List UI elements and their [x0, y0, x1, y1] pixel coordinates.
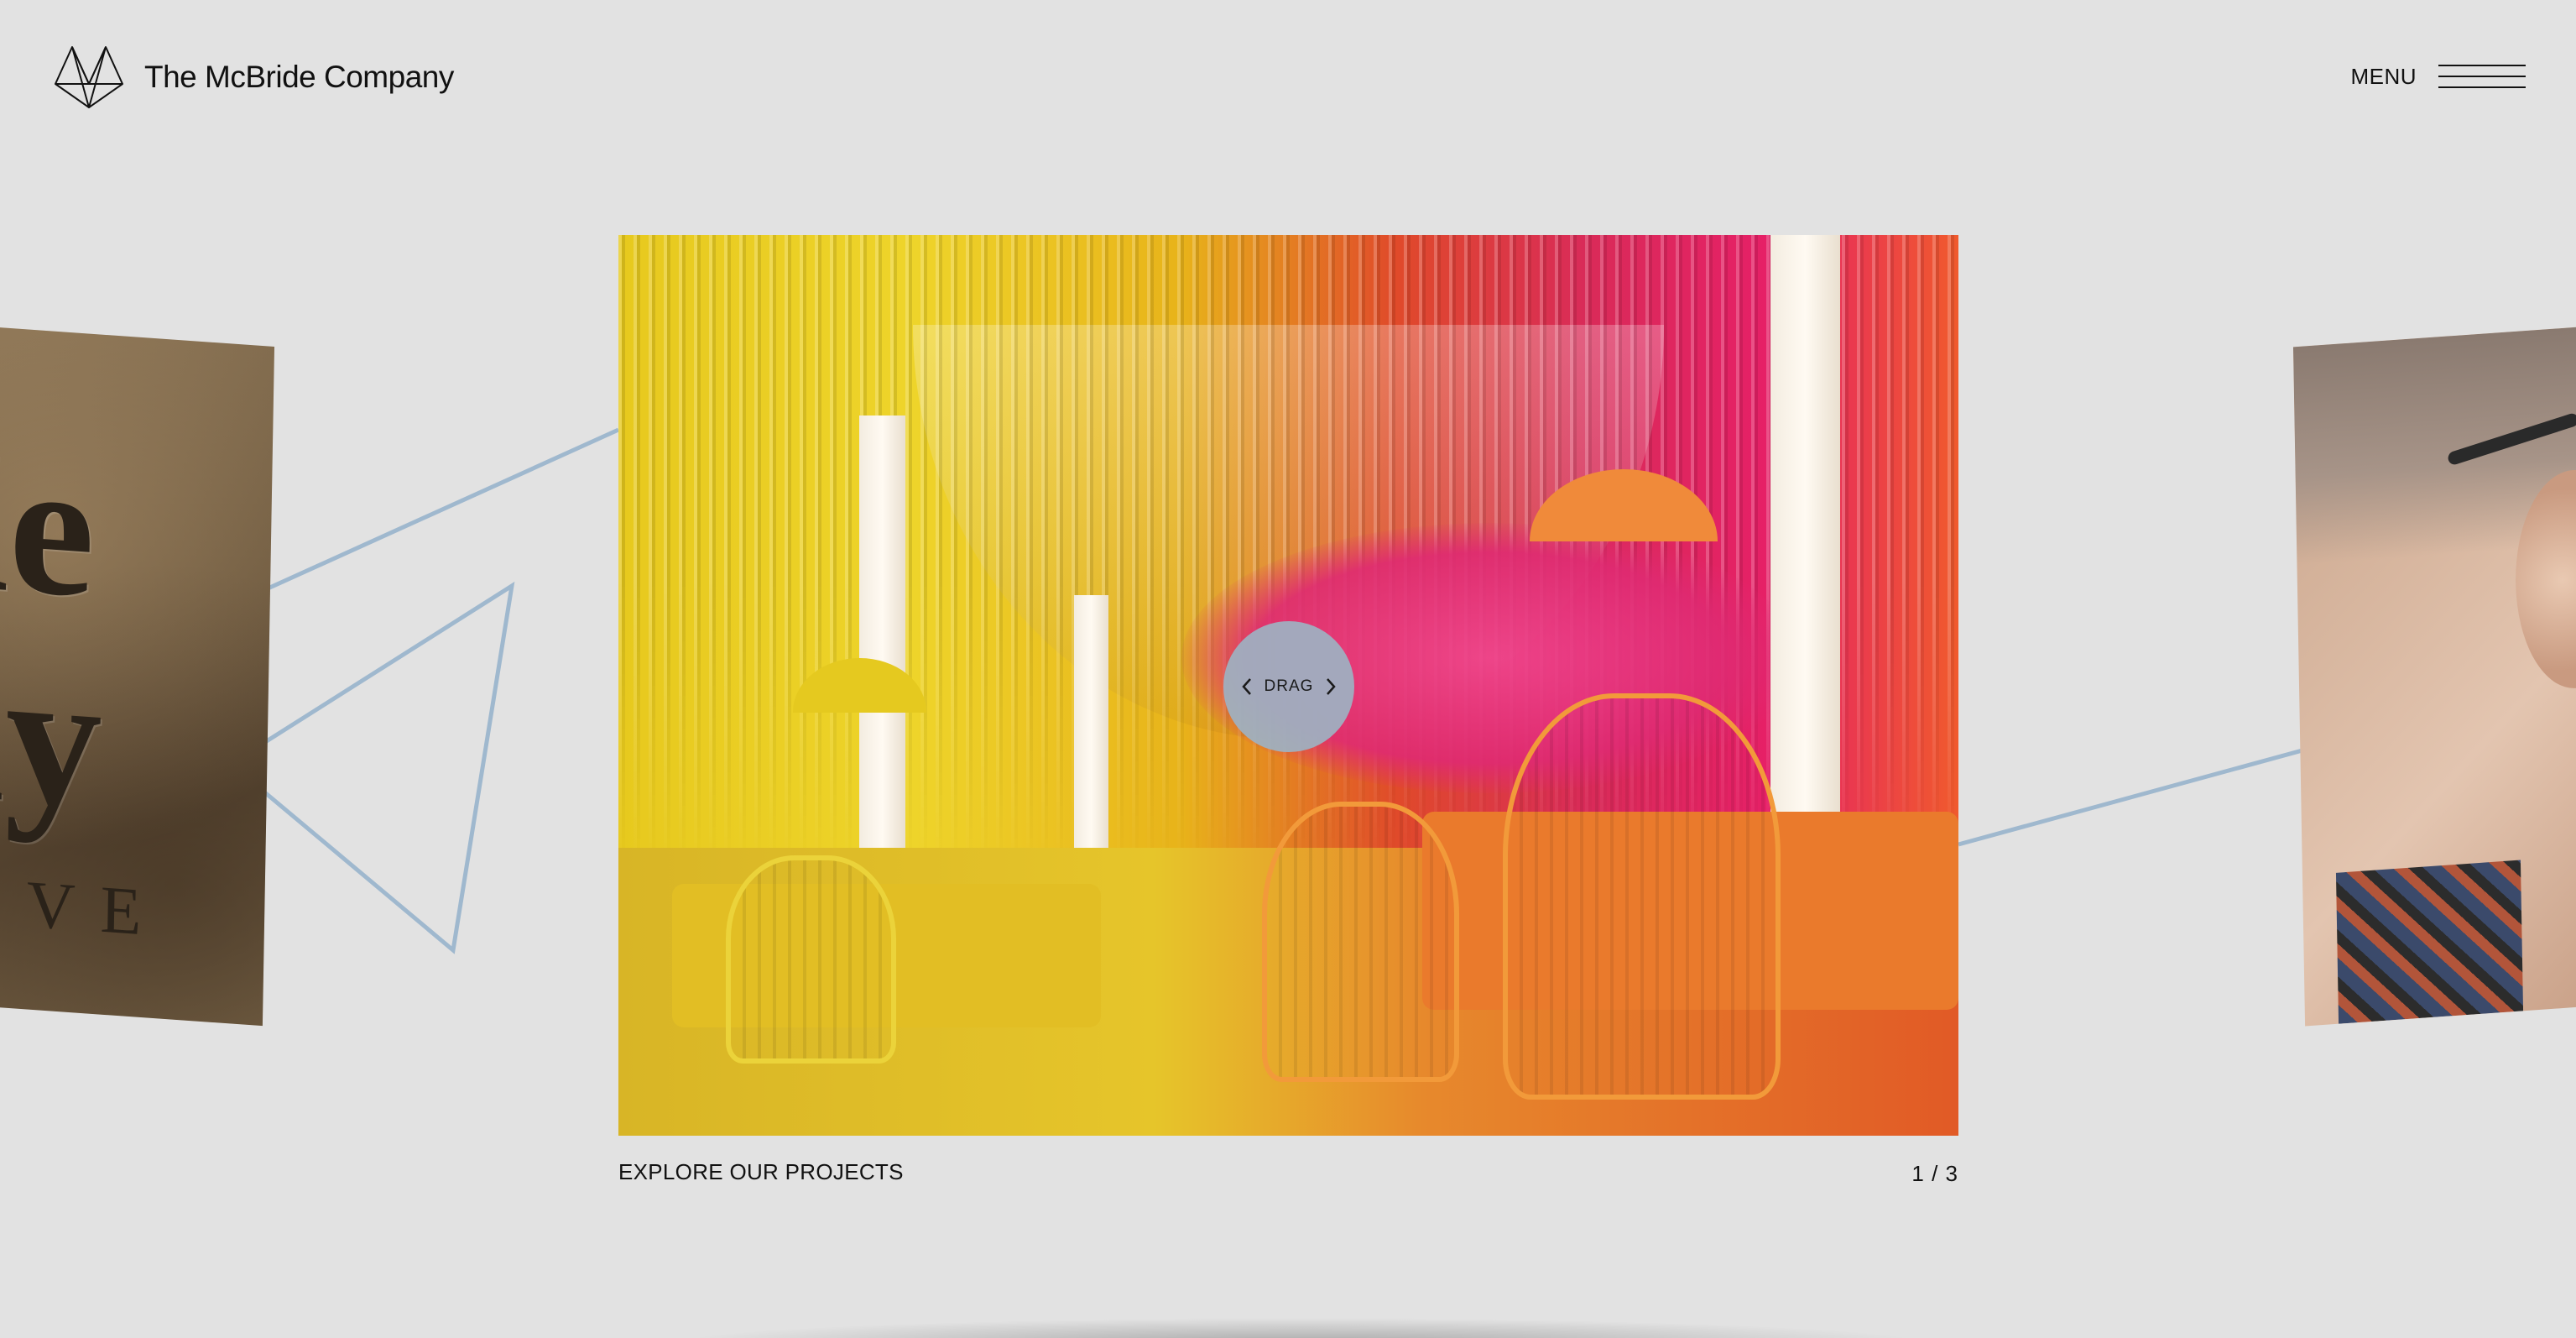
signage-line-1: de: [0, 410, 97, 638]
project-slide-image[interactable]: DRAG: [618, 235, 1958, 1136]
left-line-segment: [246, 427, 620, 600]
previous-project-card[interactable]: de ny IVE: [0, 325, 275, 1027]
wire-chair: [1503, 693, 1781, 1100]
signage-line-2: ny: [0, 619, 104, 849]
menu-label: MENU: [2350, 63, 2417, 89]
chevron-left-icon: [1241, 678, 1251, 695]
signage-letters: de ny: [0, 410, 107, 849]
wire-chair: [725, 855, 897, 1064]
explore-projects-link[interactable]: EXPLORE OUR PROJECTS: [618, 1159, 904, 1185]
column: [1770, 235, 1841, 884]
next-project-card[interactable]: [2292, 325, 2576, 1027]
menu-button[interactable]: MENU: [2350, 62, 2526, 91]
geometric-wing-logo-icon: [55, 46, 123, 108]
brand-home-link[interactable]: The McBride Company: [54, 45, 454, 109]
brand-name: The McBride Company: [144, 60, 454, 94]
drag-label: DRAG: [1264, 677, 1314, 695]
page: de ny IVE The McBride Company MENU DRAG …: [0, 0, 2576, 1338]
slide-counter: 1 / 3: [1911, 1161, 1958, 1186]
footer-shadow: [671, 1318, 1930, 1338]
chevron-right-icon: [1327, 678, 1337, 695]
wire-chair: [1261, 801, 1460, 1082]
signage-line-3: IVE: [0, 864, 168, 952]
right-line-segment: [1958, 736, 2346, 847]
triangle-outline: [227, 581, 515, 954]
hamburger-menu-icon: [2438, 65, 2526, 88]
portrait-shirt: [2335, 860, 2524, 1024]
drag-handle[interactable]: DRAG: [1223, 621, 1354, 752]
